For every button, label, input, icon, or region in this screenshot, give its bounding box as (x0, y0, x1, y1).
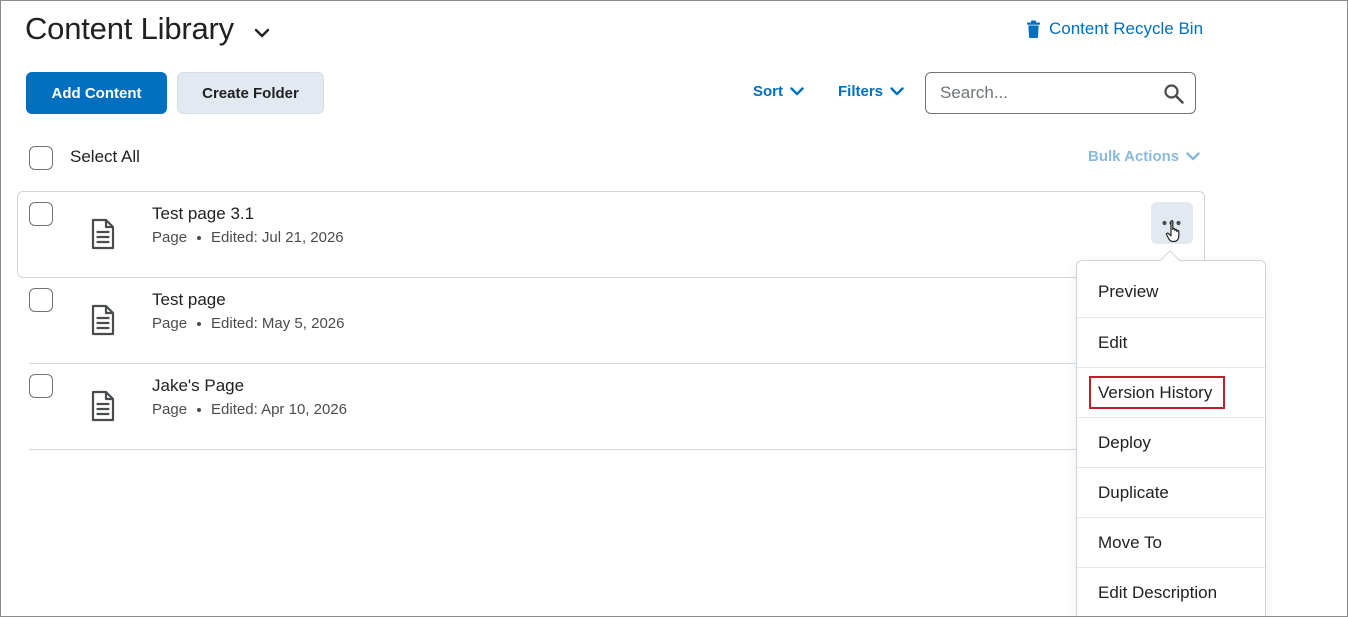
item-edited-date: Edited: May 5, 2026 (211, 315, 345, 332)
chevron-down-icon (790, 87, 804, 96)
separator-dot (197, 407, 202, 412)
item-meta: Page Edited: May 5, 2026 (152, 315, 344, 332)
document-icon (91, 304, 115, 336)
page-title: Content Library (25, 11, 234, 46)
menu-item-preview[interactable]: Preview (1077, 267, 1265, 317)
chevron-down-icon (890, 87, 904, 96)
menu-item-move-to[interactable]: Move To (1077, 517, 1265, 567)
item-checkbox[interactable] (29, 288, 53, 312)
item-edited-date: Edited: Jul 21, 2026 (211, 229, 344, 246)
item-actions-menu: Preview Edit Version History Deploy Dupl… (1076, 260, 1266, 616)
separator-dot (197, 235, 202, 240)
title-dropdown-chevron-icon[interactable] (251, 22, 273, 44)
menu-item-duplicate[interactable]: Duplicate (1077, 467, 1265, 517)
bulk-actions-label: Bulk Actions (1088, 148, 1180, 165)
menu-item-version-history[interactable]: Version History (1077, 367, 1265, 417)
menu-item-edit[interactable]: Edit (1077, 317, 1265, 367)
content-library-window: Content Library Content Recycle Bin Add … (0, 0, 1348, 617)
recycle-bin-label: Content Recycle Bin (1049, 19, 1204, 38)
bulk-actions-dropdown: Bulk Actions (1088, 148, 1200, 165)
select-all-label: Select All (70, 147, 140, 166)
search-input[interactable] (926, 83, 1146, 103)
filters-dropdown[interactable]: Filters (838, 83, 904, 100)
search-box (925, 72, 1196, 114)
item-edited-date: Edited: Apr 10, 2026 (211, 401, 347, 418)
menu-item-edit-description[interactable]: Edit Description (1077, 567, 1265, 616)
item-checkbox[interactable] (29, 374, 53, 398)
item-type: Page (152, 401, 188, 418)
item-type: Page (152, 229, 188, 246)
row-divider (29, 449, 1189, 450)
sort-dropdown[interactable]: Sort (753, 83, 804, 100)
document-icon (91, 390, 115, 422)
document-icon (91, 218, 115, 250)
select-all-checkbox[interactable] (29, 146, 53, 170)
chevron-down-icon (1186, 152, 1200, 161)
hand-cursor-icon (1165, 220, 1180, 243)
item-title[interactable]: Test page (152, 290, 226, 310)
filters-label: Filters (838, 83, 884, 100)
menu-item-deploy[interactable]: Deploy (1077, 417, 1265, 467)
more-actions-button[interactable] (1151, 202, 1193, 244)
add-content-button[interactable]: Add Content (26, 72, 167, 114)
create-folder-button[interactable]: Create Folder (177, 72, 324, 114)
separator-dot (197, 321, 202, 326)
item-title[interactable]: Test page 3.1 (152, 204, 254, 224)
row-divider (29, 363, 1189, 364)
sort-label: Sort (753, 83, 783, 100)
item-meta: Page Edited: Jul 21, 2026 (152, 229, 344, 246)
item-meta: Page Edited: Apr 10, 2026 (152, 401, 347, 418)
item-type: Page (152, 315, 188, 332)
content-recycle-bin-link[interactable]: Content Recycle Bin (1026, 19, 1203, 39)
search-icon[interactable] (1163, 83, 1185, 105)
item-title[interactable]: Jake's Page (152, 376, 244, 396)
trash-icon (1027, 20, 1040, 38)
item-checkbox[interactable] (29, 202, 53, 226)
